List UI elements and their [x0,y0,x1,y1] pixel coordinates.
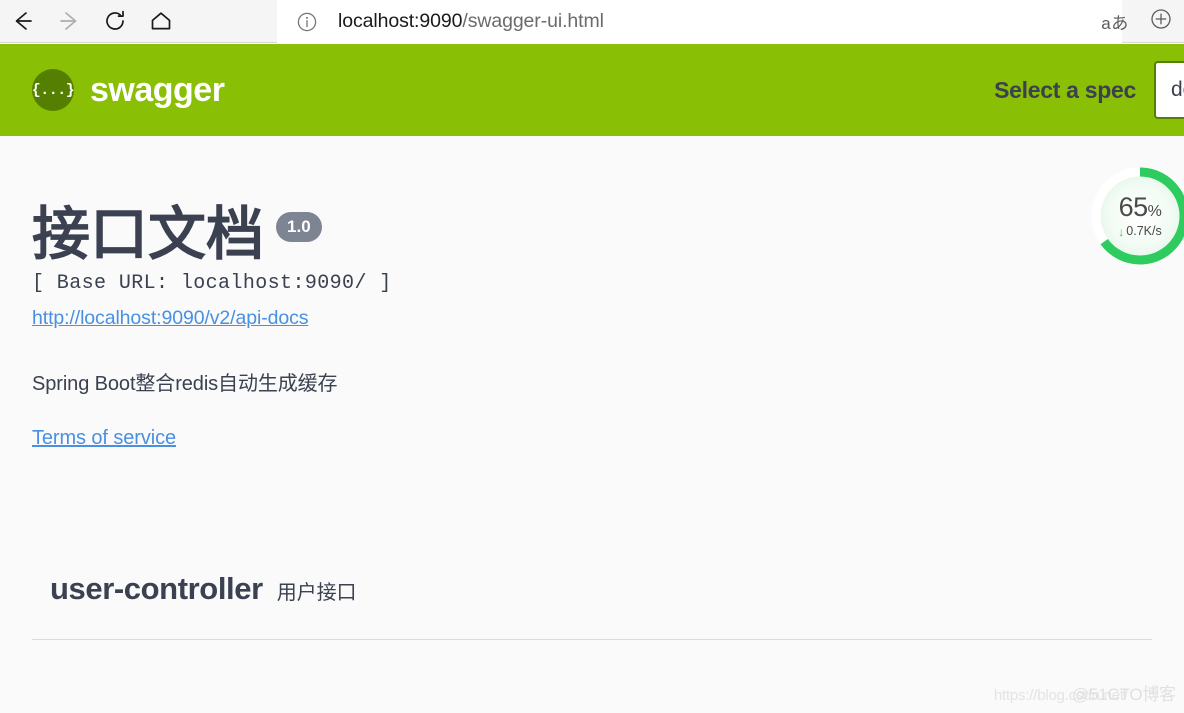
download-rate-value: 0.7K/s [1126,224,1162,239]
speed-widget-readout: 65% ↓ 0.7K/s [1088,164,1184,268]
api-docs-link[interactable]: http://localhost:9090/v2/api-docs [32,307,308,330]
url-host: localhost:9090 [338,10,463,32]
home-icon [148,8,174,34]
home-button[interactable] [138,0,184,43]
terms-of-service-link[interactable]: Terms of service [32,427,176,450]
info-circle-icon[interactable] [296,11,318,33]
spec-select-value: default [1171,78,1184,101]
tag-name: user-controller [50,571,263,606]
read-aloud-icon: aあ [1101,14,1129,33]
tag-section-user-controller: user-controller 用户接口 [32,571,1152,640]
forward-button[interactable] [46,0,92,43]
arrow-right-icon [56,8,82,34]
swagger-braces-icon: {...} [31,69,75,111]
version-badge: 1.0 [276,212,322,242]
address-bar-text: localhost:9090/swagger-ui.html [338,10,604,33]
tag-divider [32,639,1152,640]
back-button[interactable] [0,0,46,43]
speed-percent-unit: % [1147,203,1162,221]
download-speed-widget[interactable]: 65% ↓ 0.7K/s [1088,164,1184,268]
swagger-content: 接口文档 1.0 [ Base URL: localhost:9090/ ] h… [0,136,1184,713]
page-title: 接口文档 [32,202,265,267]
watermark-url: https://blog.csdn.net/ [993,687,1128,704]
zoom-in-circle-icon [1149,7,1173,36]
api-info-block: 接口文档 1.0 [ Base URL: localhost:9090/ ] h… [32,206,932,450]
speed-rate: ↓ 0.7K/s [1118,225,1161,238]
watermark-brand: @51CTO博客 [1071,685,1176,704]
swagger-logo-glyph: {...} [31,81,75,99]
api-title-row: 接口文档 1.0 [32,206,932,264]
swagger-topbar: {...} swagger Select a spec default [0,44,1184,136]
speed-percent-value: 65 [1118,192,1149,223]
toolbar-right-actions: aあ [1092,0,1184,43]
url-path: /swagger-ui.html [462,10,604,32]
api-description: Spring Boot整合redis自动生成缓存 [32,373,338,395]
zoom-in-button[interactable] [1138,0,1184,43]
watermark: https://blog.csdn.net/ @51CTO博客 [994,680,1176,705]
tag-description: 用户接口 [276,582,357,604]
base-url-text: [ Base URL: localhost:9090/ ] [32,272,392,295]
arrow-left-icon [10,8,36,34]
tag-header[interactable]: user-controller 用户接口 [32,571,1152,607]
read-aloud-button[interactable]: aあ [1092,0,1138,43]
swagger-brand-text: swagger [90,70,225,109]
reload-button[interactable] [92,0,138,43]
download-arrow-icon: ↓ [1118,224,1125,239]
address-bar[interactable]: localhost:9090/swagger-ui.html [277,0,1122,43]
swagger-logo-link[interactable]: {...} swagger [31,69,225,111]
reload-icon [102,8,128,34]
spec-selector: Select a spec default [994,44,1184,136]
spec-select-dropdown[interactable]: default [1154,61,1184,119]
select-spec-label: Select a spec [994,76,1136,103]
browser-toolbar: localhost:9090/swagger-ui.html aあ [0,0,1184,43]
speed-percent: 65% [1119,194,1162,221]
